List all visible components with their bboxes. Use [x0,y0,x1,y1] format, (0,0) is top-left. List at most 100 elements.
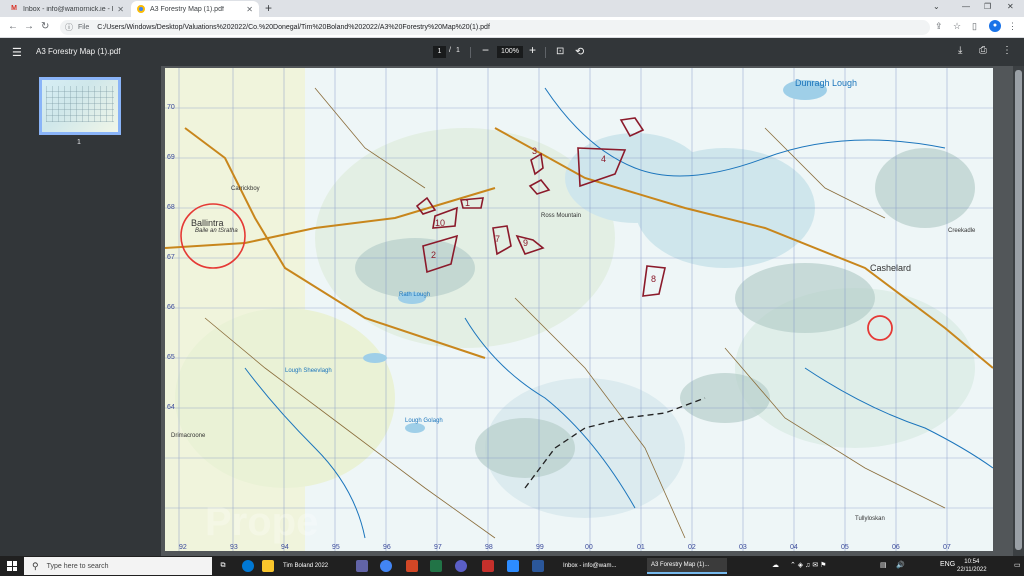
restore-button[interactable]: ❐ [984,2,991,11]
map-label-ross-mountain: Ross Mountain [541,213,582,219]
grid-easting: 92 [179,544,187,551]
network-icon[interactable]: ▤ [880,561,887,569]
teams-icon[interactable] [356,560,368,572]
tab-title: A3 Forestry Map (1).pdf [150,5,224,13]
powerpoint-icon[interactable] [406,560,418,572]
grid-northing: 66 [167,304,175,311]
map-label-ballintra-irish: Baile an tSratha [195,228,238,234]
rotate-icon[interactable]: ⟲ [575,45,584,58]
parcel-number: 2 [431,250,437,260]
more-options-icon[interactable]: ⋮ [1002,45,1012,56]
tab-pdf[interactable]: A3 Forestry Map (1).pdf ✕ [131,1,259,17]
windows-start-icon[interactable] [7,561,17,571]
tab-inbox[interactable]: M Inbox - info@wamornick.ie - P ✕ [4,1,130,17]
zoom-out-button[interactable]: − [482,43,489,57]
map-label-tullyloskan: Tullyloskan [855,516,885,522]
map-label-carrickboy: Carrickboy [231,186,260,192]
hamburger-menu-icon[interactable]: ☰ [12,46,22,59]
weather-icon[interactable]: ☁ [772,561,779,569]
task-view-icon[interactable]: ⧉ [217,560,229,572]
parcel-number: 1 [465,198,471,208]
map-label-dunragh-lough: Dunragh Lough [795,78,858,88]
grid-northing: 69 [167,154,175,161]
share-icon[interactable]: ⇪ [935,21,943,32]
side-panel-icon[interactable]: ▯ [972,21,977,32]
grid-easting: 02 [688,544,696,551]
page-thumbnail[interactable] [39,77,121,135]
fit-to-page-icon[interactable]: ⊡ [556,46,564,57]
tray-icons[interactable]: ⌃ ◈ ♫ ✉ ⚑ [790,561,826,569]
minimize-button[interactable]: — [962,2,970,11]
taskbar-app-word-doc[interactable]: Tim Boland 2022 [279,558,349,574]
parcel-number: 7 [495,234,501,244]
word-icon[interactable] [532,560,544,572]
info-icon[interactable]: ⓘ [65,22,73,33]
grid-easting: 07 [943,544,951,551]
url-scheme: File [78,24,90,31]
toolbar-divider [545,47,546,58]
grid-northing: 68 [167,204,175,211]
taskbar-app-outlook[interactable]: Inbox - info@wam... [559,558,639,574]
close-window-button[interactable]: ✕ [1007,2,1014,11]
grid-easting: 96 [383,544,391,551]
map-label-lough-sheevlagh: Lough Sheevlagh [285,368,332,374]
taskbar-app-chrome-pdf[interactable]: A3 Forestry Map (1)... [647,558,727,574]
close-tab-icon[interactable]: ✕ [246,5,253,14]
taskbar-app-label: A3 Forestry Map (1)... [651,562,710,568]
page-separator: / [449,47,451,54]
url-text[interactable]: C:/Users/Windows/Desktop/Valuations%2020… [97,24,490,31]
grid-easting: 97 [434,544,442,551]
parcel-number: 3 [532,146,538,156]
thumbnail-sidebar: 1 [0,66,161,556]
notification-icon[interactable]: ▭ [1014,561,1021,569]
grid-easting: 04 [790,544,798,551]
bookmark-star-icon[interactable]: ☆ [953,21,961,32]
system-clock[interactable]: 10:54 22/11/2022 [957,558,987,574]
scrollbar-thumb[interactable] [1015,70,1022,550]
taskbar-search-box[interactable]: ⚲ Type here to search [24,557,212,575]
page-number-input[interactable]: 1 [433,46,446,58]
pdf-title: A3 Forestry Map (1).pdf [36,47,121,56]
clock-date: 22/11/2022 [957,567,987,573]
search-icon: ⚲ [32,560,39,571]
parcel-number: 9 [523,238,529,248]
close-tab-icon[interactable]: ✕ [117,5,124,14]
app-icon[interactable] [455,560,467,572]
grid-easting: 99 [536,544,544,551]
map-label-drimacroone: Drimacroone [171,433,206,439]
forward-arrow-icon[interactable]: → [24,21,34,32]
language-indicator[interactable]: ENG [940,561,955,568]
grid-easting: 06 [892,544,900,551]
back-arrow-icon[interactable]: ← [8,21,18,32]
parcel-number: 4 [601,154,607,164]
tab-title: Inbox - info@wamornick.ie - P [23,5,114,13]
grid-easting: 03 [739,544,747,551]
edge-icon[interactable] [242,560,254,572]
reload-icon[interactable]: ↻ [41,21,49,32]
browser-tab-strip: M Inbox - info@wamornick.ie - P ✕ A3 For… [0,0,1024,17]
download-icon[interactable]: ⤓ [958,45,962,56]
tab-search-chevron-icon[interactable]: ⌄ [933,2,940,11]
file-explorer-icon[interactable] [262,560,274,572]
excel-icon[interactable] [430,560,442,572]
profile-avatar[interactable]: ● [989,20,1001,32]
chrome-menu-icon[interactable]: ⋮ [1008,21,1017,32]
map-label-ballintra: Ballintra [191,218,224,228]
new-tab-button[interactable]: + [265,1,272,15]
zoom-in-button[interactable]: + [529,43,536,57]
toolbar-divider [470,47,471,58]
video-app-icon[interactable] [482,560,494,572]
watermark-logo: PropePal.c [205,500,319,551]
volume-icon[interactable]: 🔊 [896,561,905,569]
url-omnibox[interactable]: ⓘ File C:/Users/Windows/Desktop/Valuatio… [60,20,930,35]
zoom-app-icon[interactable] [507,560,519,572]
zoom-level-input[interactable]: 100% [497,46,523,58]
forestry-map-page: Ballintra Baile an tSratha Dunragh Lough… [165,68,993,551]
print-icon[interactable]: ⎙ [979,45,987,56]
map-label-lough-golagh: Lough Golagh [405,418,443,424]
address-bar-row: ← → ↻ ⓘ File C:/Users/Windows/Desktop/Va… [0,17,1024,38]
taskbar-app-label: Tim Boland 2022 [283,563,329,569]
map-graphic [165,68,993,551]
map-label-creekadle: Creekadle [948,228,976,234]
chrome-icon[interactable] [380,560,392,572]
